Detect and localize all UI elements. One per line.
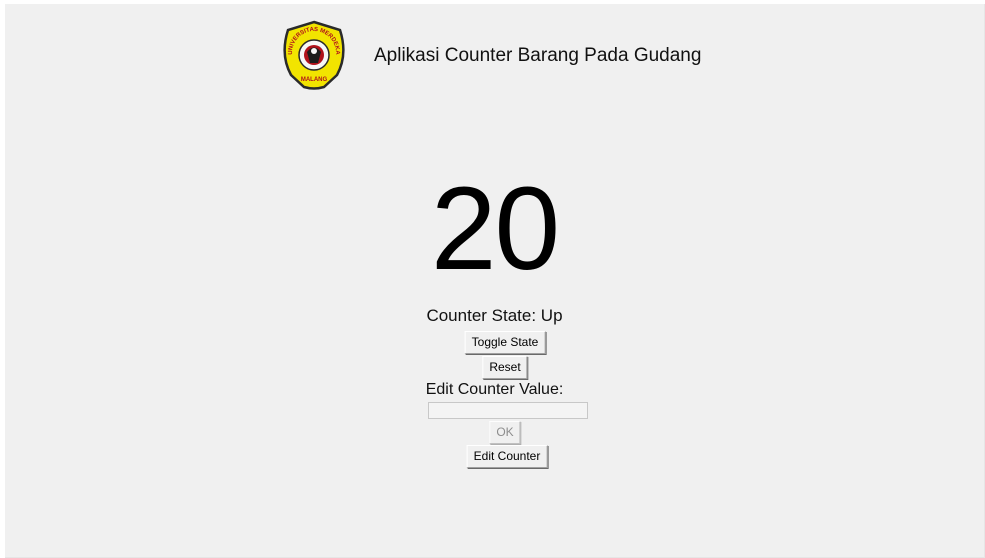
app-title: Aplikasi Counter Barang Pada Gudang bbox=[374, 45, 702, 66]
counter-state-label: Counter State: Up bbox=[426, 306, 563, 325]
toggle-state-button[interactable]: Toggle State bbox=[464, 331, 546, 354]
edit-counter-input[interactable] bbox=[428, 402, 588, 419]
ok-button[interactable]: OK bbox=[489, 421, 521, 444]
university-logo: UNIVERSITAS MERDEKA MALANG bbox=[283, 20, 345, 90]
counter-value: 20 bbox=[430, 163, 560, 295]
app-window: UNIVERSITAS MERDEKA MALANG Aplikasi Coun… bbox=[5, 4, 985, 558]
logo-bottom-text: MALANG bbox=[301, 77, 328, 83]
reset-button[interactable]: Reset bbox=[482, 356, 528, 379]
edit-counter-button[interactable]: Edit Counter bbox=[466, 445, 548, 468]
edit-counter-value-label: Edit Counter Value: bbox=[425, 381, 564, 398]
